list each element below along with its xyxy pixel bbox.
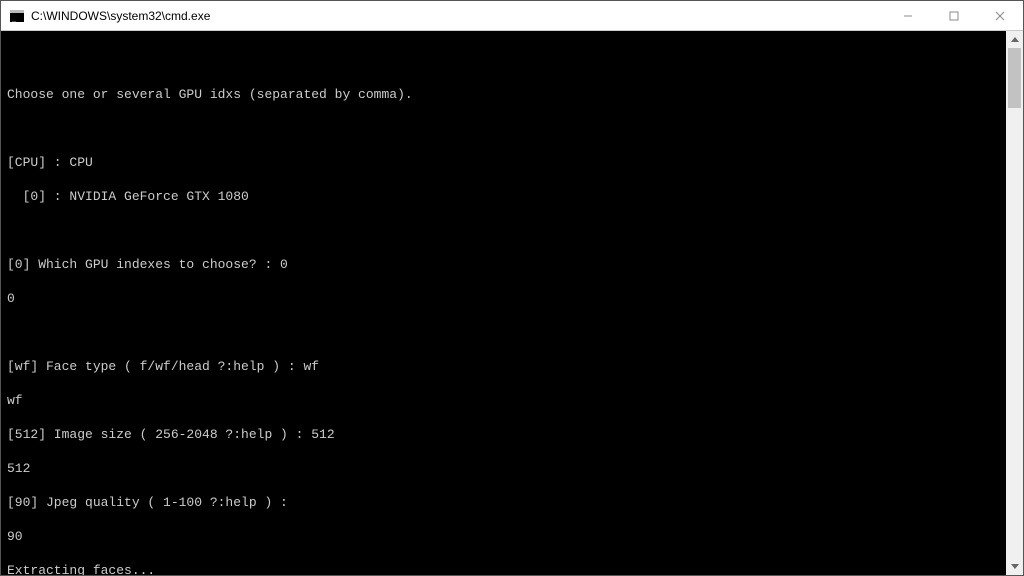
maximize-button[interactable] xyxy=(931,1,977,30)
console-line: 0 xyxy=(7,290,1000,307)
console-line: [CPU] : CPU xyxy=(7,154,1000,171)
console-line: 512 xyxy=(7,460,1000,477)
console-line: [0] Which GPU indexes to choose? : 0 xyxy=(7,256,1000,273)
minimize-button[interactable] xyxy=(885,1,931,30)
console-line: [90] Jpeg quality ( 1-100 ?:help ) : xyxy=(7,494,1000,511)
console-line: [wf] Face type ( f/wf/head ?:help ) : wf xyxy=(7,358,1000,375)
window-controls xyxy=(885,1,1023,30)
console-line: [0] : NVIDIA GeForce GTX 1080 xyxy=(7,188,1000,205)
window-title: C:\WINDOWS\system32\cmd.exe xyxy=(31,9,885,23)
cmd-window: _ C:\WINDOWS\system32\cmd.exe Choose one… xyxy=(0,0,1024,576)
titlebar[interactable]: _ C:\WINDOWS\system32\cmd.exe xyxy=(1,1,1023,31)
scroll-up-button[interactable] xyxy=(1006,31,1023,48)
console-line: [512] Image size ( 256-2048 ?:help ) : 5… xyxy=(7,426,1000,443)
scroll-thumb[interactable] xyxy=(1008,48,1021,108)
console-line: 90 xyxy=(7,528,1000,545)
close-button[interactable] xyxy=(977,1,1023,30)
console-line: Extracting faces... xyxy=(7,562,1000,575)
console-line: wf xyxy=(7,392,1000,409)
cmd-icon: _ xyxy=(9,8,25,24)
scroll-down-button[interactable] xyxy=(1006,558,1023,575)
client-area: Choose one or several GPU idxs (separate… xyxy=(1,31,1023,575)
console-line: Choose one or several GPU idxs (separate… xyxy=(7,86,1000,103)
console-output[interactable]: Choose one or several GPU idxs (separate… xyxy=(1,31,1006,575)
vertical-scrollbar[interactable] xyxy=(1006,31,1023,575)
